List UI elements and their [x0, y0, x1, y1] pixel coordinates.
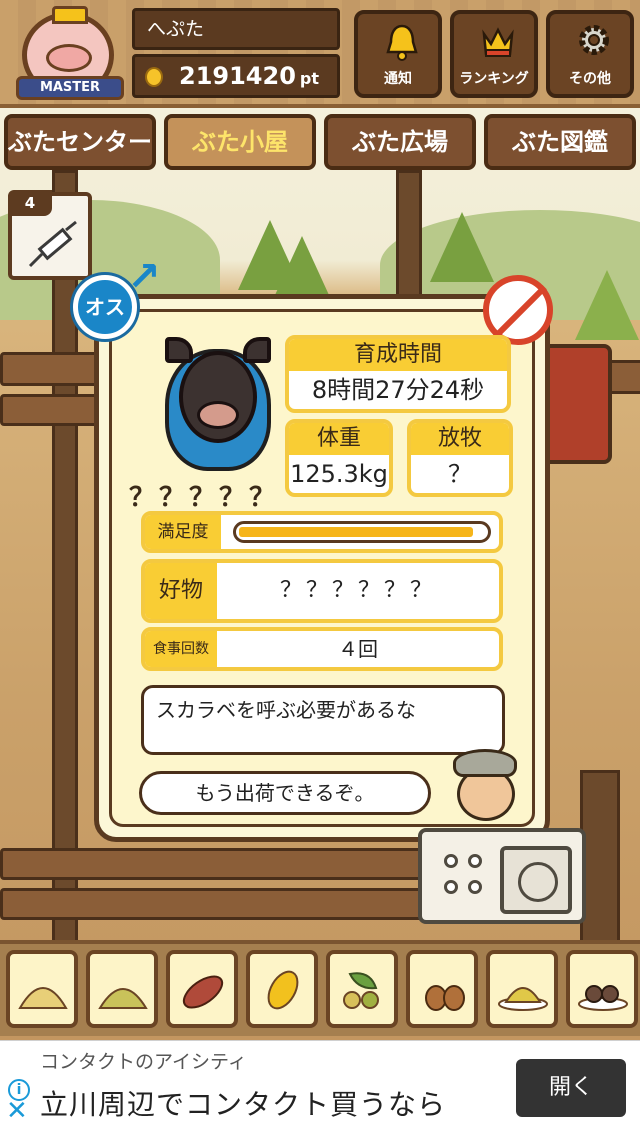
ad-banner[interactable]: i ✕ コンタクトのアイシティ 立川周辺でコンタクト買うなら 開く	[0, 1040, 640, 1136]
pig-character[interactable]	[153, 335, 283, 475]
meals-row: 食事回数 ４回	[141, 627, 503, 671]
weight-label: 体重	[289, 423, 389, 455]
coin-icon	[145, 67, 163, 87]
satisfaction-bar-fill	[239, 527, 473, 537]
pig-status-panel: オス ↗ ？？？？？ 育成時間 8時間27分24秒 体重 125.3kg 放牧 …	[73, 257, 553, 842]
prohibition-slash	[493, 285, 547, 339]
food-item-mixed-grain[interactable]	[86, 950, 158, 1028]
nav-tabs: ぶたセンター ぶた小屋 ぶた広場 ぶた図鑑	[0, 110, 640, 172]
master-badge[interactable]: MASTER	[12, 6, 128, 104]
tree	[575, 270, 639, 340]
meatball-plate-icon	[578, 985, 628, 1011]
machine-knob	[444, 854, 458, 868]
pasture-label: 放牧	[411, 423, 509, 455]
gear-icon	[579, 25, 609, 55]
tab-buta-koya[interactable]: ぶた小屋	[164, 114, 316, 170]
crown-icon	[52, 6, 88, 24]
sweet-potato-icon	[182, 975, 224, 1009]
beans-icon	[343, 972, 379, 1009]
food-item-sweet-potato[interactable]	[166, 950, 238, 1028]
grain-plate-icon	[498, 987, 548, 1011]
points-value: 2191420	[179, 62, 296, 90]
notification-button[interactable]: 通知	[354, 10, 442, 98]
ad-advertiser: コンタクトのアイシティ	[40, 1051, 247, 1073]
tab-buta-zukan[interactable]: ぶた図鑑	[484, 114, 636, 170]
tree	[430, 212, 494, 282]
food-item-corn[interactable]	[246, 950, 318, 1028]
other-button[interactable]: その他	[546, 10, 634, 98]
bell-icon	[386, 24, 418, 61]
meals-value: ４回	[338, 637, 378, 661]
favorite-label: 好物	[145, 563, 217, 619]
food-item-meatball-plate[interactable]	[566, 950, 638, 1028]
growth-time-value: 8時間27分24秒	[311, 376, 485, 404]
weight-box: 体重 125.3kg	[285, 419, 393, 497]
fence-rail	[0, 888, 430, 920]
mixed-grain-icon	[98, 988, 148, 1009]
tab-buta-hiroba[interactable]: ぶた広場	[324, 114, 476, 170]
syringe-icon	[28, 220, 77, 268]
fan-blade	[518, 862, 558, 902]
acorn-icon	[425, 985, 465, 1011]
meals-label: 食事回数	[145, 631, 217, 667]
machine-knob	[468, 854, 482, 868]
fence-post	[580, 770, 620, 950]
food-item-acorn[interactable]	[406, 950, 478, 1028]
header: MASTER へぷた 2191420 pt 通知 ランキング その他	[0, 0, 640, 108]
pig-snout	[197, 401, 239, 429]
pig-face	[179, 351, 257, 443]
other-label: その他	[569, 71, 611, 87]
points-unit: pt	[299, 69, 320, 88]
feeding-machine[interactable]	[418, 828, 586, 924]
pig-ear	[243, 337, 271, 363]
pig-name: ？？？？？	[129, 483, 280, 513]
corn-icon	[267, 970, 299, 1010]
fence-rail	[0, 848, 430, 880]
male-symbol-icon: ↗	[127, 254, 161, 300]
mailbox	[540, 344, 612, 464]
notification-label: 通知	[384, 71, 412, 87]
food-item-beans[interactable]	[326, 950, 398, 1028]
pasture-value: ？	[448, 460, 472, 488]
tab-buta-center[interactable]: ぶたセンター	[4, 114, 156, 170]
growth-time-label: 育成時間	[289, 339, 507, 371]
ad-headline: 立川周辺でコンタクト買うなら	[40, 1088, 447, 1121]
pig-face-icon	[46, 44, 92, 72]
ad-open-button[interactable]: 開く	[516, 1059, 626, 1117]
speech-bubble: もう出荷できるぞ。	[139, 771, 431, 815]
satisfaction-bar	[233, 521, 491, 543]
favorite-row: 好物 ？？？？？？	[141, 559, 503, 623]
satisfaction-label: 満足度	[145, 515, 221, 549]
favorite-value: ？？？？？？	[279, 578, 436, 603]
farmer-hat	[453, 749, 517, 777]
food-bar	[0, 940, 640, 1036]
food-item-grain-pile[interactable]	[6, 950, 78, 1028]
ad-close-icon[interactable]: ✕	[6, 1096, 28, 1126]
player-name: へぷた	[132, 8, 340, 50]
pasture-box: 放牧 ？	[407, 419, 513, 497]
food-item-grain-plate[interactable]	[486, 950, 558, 1028]
message-bubble: スカラベを呼ぶ必要があるな	[141, 685, 505, 755]
fence-post	[396, 170, 422, 300]
machine-knob	[444, 880, 458, 894]
syringe-item[interactable]: 4	[8, 190, 92, 280]
badge-label: MASTER	[16, 76, 124, 100]
growth-time-box: 育成時間 8時間27分24秒	[285, 335, 511, 413]
weight-value: 125.3kg	[290, 460, 388, 488]
ranking-button[interactable]: ランキング	[450, 10, 538, 98]
satisfaction-row: 満足度	[141, 511, 503, 553]
syringe-count: 4	[8, 190, 52, 216]
fan-icon	[500, 846, 572, 914]
ranking-label: ランキング	[459, 71, 529, 87]
pig-ear	[165, 337, 193, 363]
crown-icon	[482, 27, 514, 57]
grain-pile-icon	[18, 987, 68, 1009]
machine-knob	[468, 880, 482, 894]
farmer-icon	[447, 749, 523, 821]
points-display: 2191420 pt	[132, 54, 340, 98]
